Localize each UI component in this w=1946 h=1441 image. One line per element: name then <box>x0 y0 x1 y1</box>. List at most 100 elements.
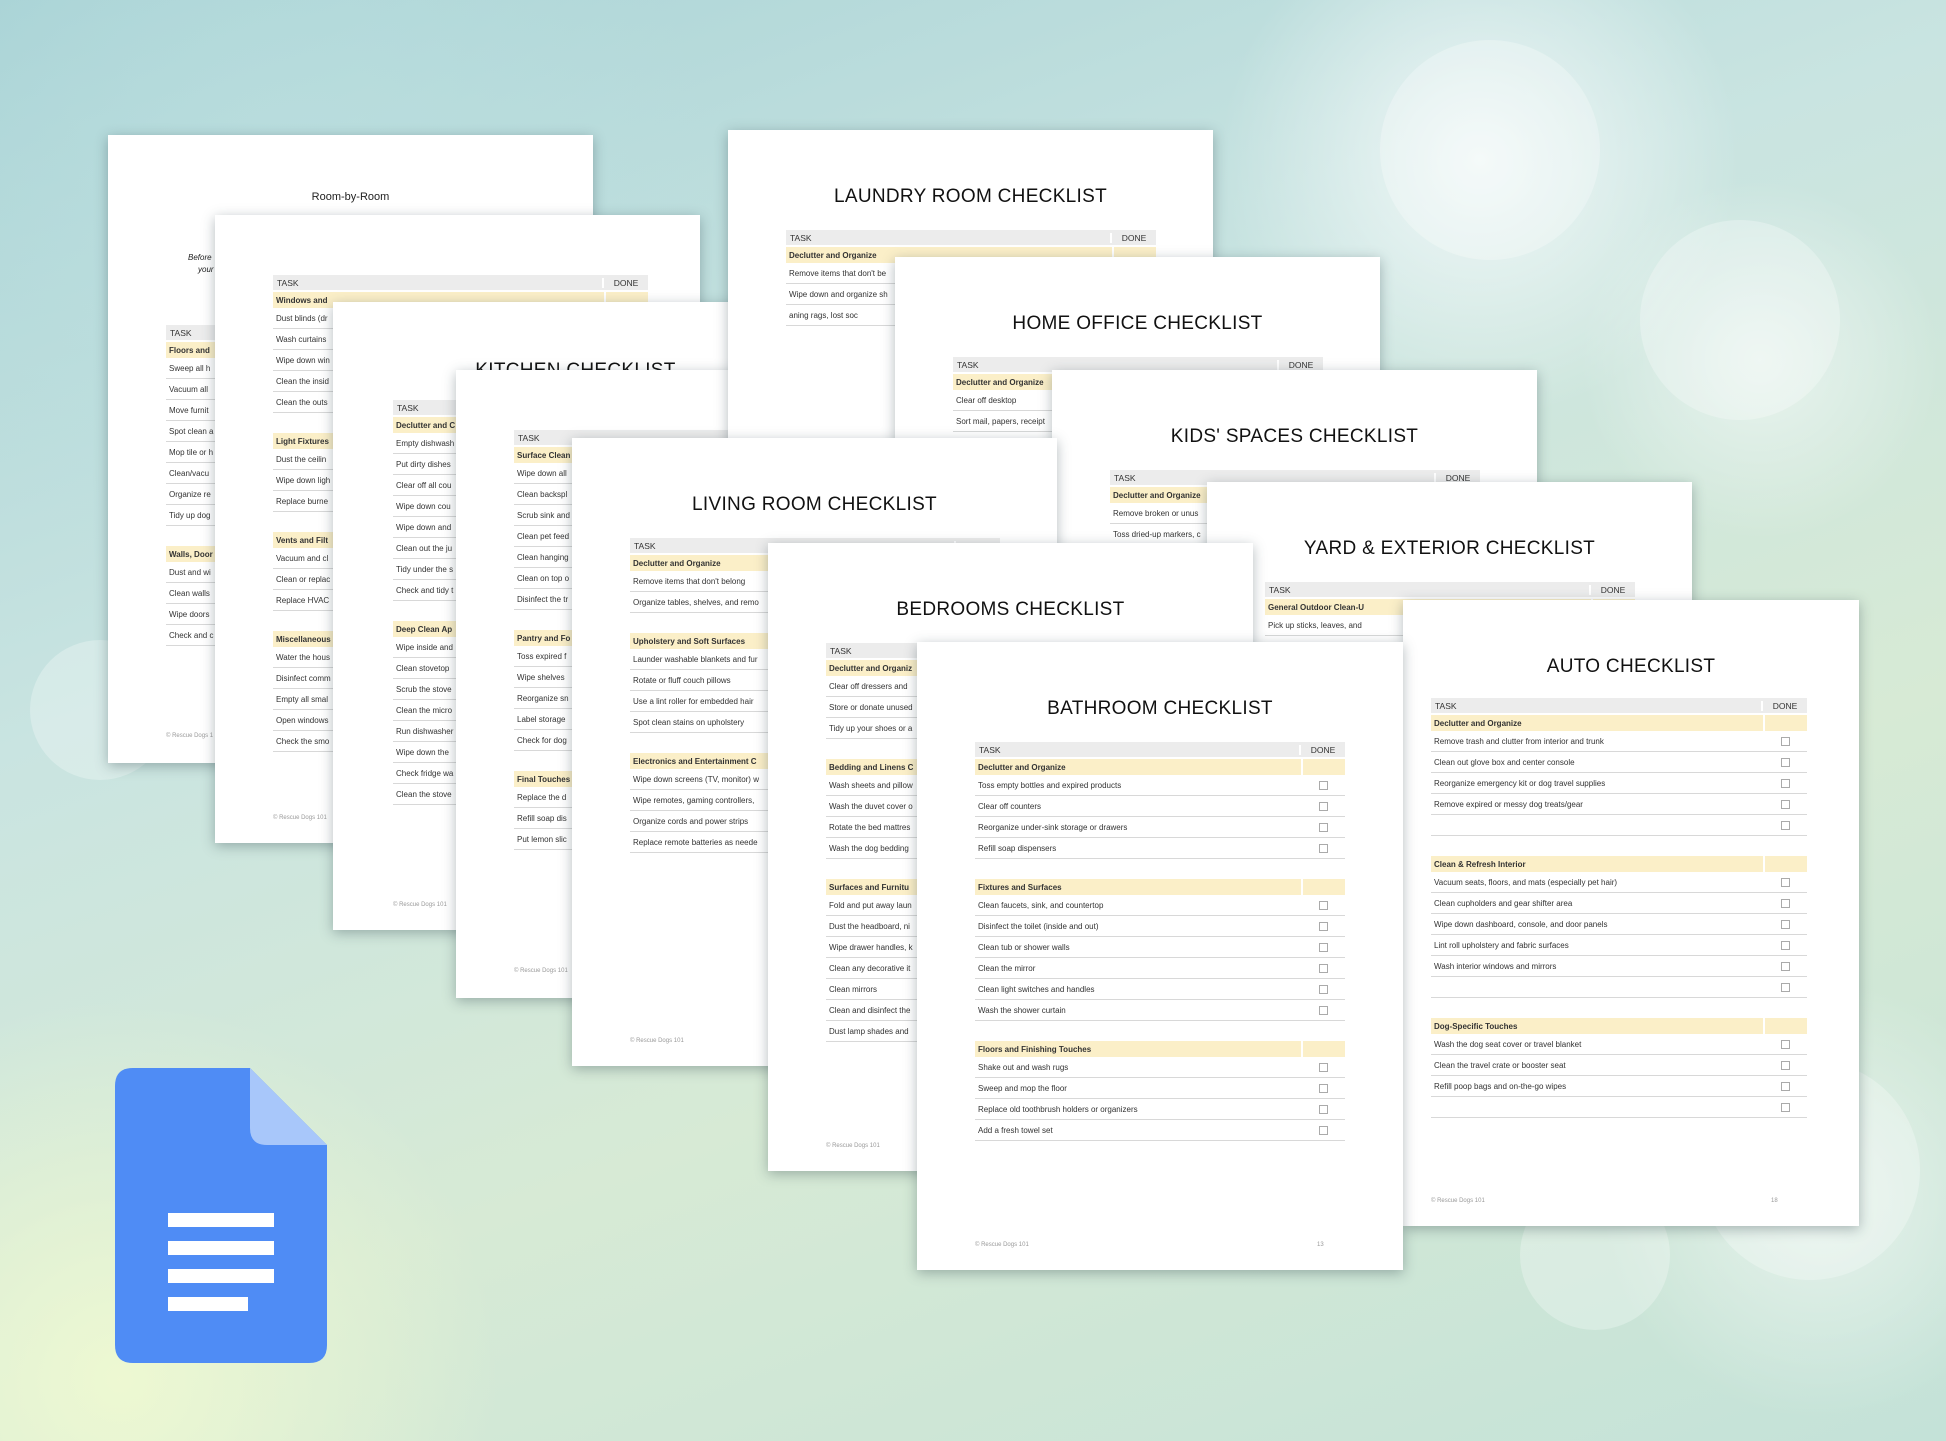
done-checkbox[interactable] <box>1780 940 1790 950</box>
done-checkbox[interactable] <box>1318 900 1328 910</box>
done-checkbox[interactable] <box>1318 984 1328 994</box>
table-row: Refill soap dispensers <box>975 838 1345 859</box>
section-label: Clean & Refresh Interior <box>1431 856 1763 872</box>
table-row: Clean faucets, sink, and countertop <box>975 895 1345 916</box>
table-header: TASK DONE <box>1265 582 1635 597</box>
table-row: Clean out glove box and center console <box>1431 752 1807 773</box>
task-label: Wash the shower curtain <box>978 1005 1066 1015</box>
task-label: Refill poop bags and on-the-go wipes <box>1434 1081 1567 1091</box>
task-label: Clean faucets, sink, and countertop <box>978 900 1104 910</box>
section-header: Dog-Specific Touches <box>1431 1018 1807 1034</box>
task-label: Add a fresh towel set <box>978 1125 1053 1135</box>
footer: © Rescue Dogs 101 <box>393 902 447 908</box>
task-table: TASK DONE Declutter and Organize Remove tra… <box>1431 698 1807 1118</box>
page-title: BEDROOMS CHECKLIST <box>896 599 1125 620</box>
done-checkbox[interactable] <box>1780 1102 1790 1112</box>
task-label: Wash the dog seat cover or travel blanke… <box>1434 1039 1582 1049</box>
table-row: Add a fresh towel set <box>975 1120 1345 1141</box>
done-checkbox[interactable] <box>1318 1125 1328 1135</box>
task-label: Clear off counters <box>978 801 1041 811</box>
done-checkbox[interactable] <box>1780 1039 1790 1049</box>
done-checkbox[interactable] <box>1318 921 1328 931</box>
table-row: Reorganize under-sink storage or drawers <box>975 817 1345 838</box>
done-header: DONE <box>1434 472 1480 483</box>
done-header: DONE <box>602 277 648 288</box>
task-label: Refill soap dispensers <box>978 843 1057 853</box>
task-label: Shake out and wash rugs <box>978 1062 1069 1072</box>
done-checkbox[interactable] <box>1780 982 1790 992</box>
task-label: Clean tub or shower walls <box>978 942 1070 952</box>
section-header: Fixtures and Surfaces <box>975 879 1345 895</box>
page-title: YARD & EXTERIOR CHECKLIST <box>1303 538 1596 559</box>
section-label: Declutter and Organize <box>975 759 1301 775</box>
done-checkbox[interactable] <box>1318 1083 1328 1093</box>
done-header: DONE <box>1110 232 1156 243</box>
section-label: Declutter and Organize <box>1431 715 1763 731</box>
task-label: Wash interior windows and mirrors <box>1434 961 1557 971</box>
table-row: Refill poop bags and on-the-go wipes <box>1431 1076 1807 1097</box>
task-label: Remove trash and clutter from interior a… <box>1434 736 1604 746</box>
task-label: Clean out glove box and center console <box>1434 757 1575 767</box>
done-checkbox[interactable] <box>1780 898 1790 908</box>
done-checkbox[interactable] <box>1318 843 1328 853</box>
bokeh-light <box>1640 220 1840 420</box>
page-title: Room-by-Room <box>311 191 390 203</box>
section-label: Dog-Specific Touches <box>1431 1018 1763 1034</box>
task-label: Reorganize emergency kit or dog travel s… <box>1434 778 1606 788</box>
done-checkbox[interactable] <box>1780 1060 1790 1070</box>
intro-text: Before <box>188 253 212 262</box>
done-checkbox[interactable] <box>1780 919 1790 929</box>
done-checkbox[interactable] <box>1780 961 1790 971</box>
footer: © Rescue Dogs 101 <box>630 1038 684 1044</box>
section-header: Declutter and Organize <box>1431 715 1807 731</box>
task-label: Sweep and mop the floor <box>978 1083 1067 1093</box>
auto-page: AUTO CHECKLIST TASK DONE Declutter and Org… <box>1403 600 1859 1226</box>
task-label: Lint roll upholstery and fabric surfaces <box>1434 940 1569 950</box>
table-row <box>1431 815 1807 836</box>
done-header: DONE <box>1277 359 1323 370</box>
table-row: Wash interior windows and mirrors <box>1431 956 1807 977</box>
done-checkbox[interactable] <box>1318 822 1328 832</box>
page-title: LAUNDRY ROOM CHECKLIST <box>833 186 1107 207</box>
done-checkbox[interactable] <box>1318 1005 1328 1015</box>
task-label: Clean the mirror <box>978 963 1036 973</box>
task-label: Toss empty bottles and expired products <box>978 780 1122 790</box>
bathroom-page: BATHROOM CHECKLIST TASK DONE Declutter and… <box>917 642 1403 1270</box>
table-row: Remove expired or messy dog treats/gear <box>1431 794 1807 815</box>
page-title: BATHROOM CHECKLIST <box>1047 698 1273 719</box>
footer: © Rescue Dogs 101 <box>826 1143 880 1149</box>
table-row: Reorganize emergency kit or dog travel s… <box>1431 773 1807 794</box>
done-checkbox[interactable] <box>1780 757 1790 767</box>
table-row: Clean the mirror <box>975 958 1345 979</box>
footer: © Rescue Dogs 1 <box>166 733 214 739</box>
table-row: Lint roll upholstery and fabric surfaces <box>1431 935 1807 956</box>
table-row: Clean the travel crate or booster seat <box>1431 1055 1807 1076</box>
done-checkbox[interactable] <box>1318 963 1328 973</box>
done-checkbox[interactable] <box>1318 780 1328 790</box>
table-header: TASK DONE <box>975 742 1345 757</box>
page-number: 18 <box>1771 1198 1778 1204</box>
table-row: Toss empty bottles and expired products <box>975 775 1345 796</box>
table-row: Clean tub or shower walls <box>975 937 1345 958</box>
task-table: TASK DONE Declutter and Organize Toss empty… <box>975 742 1345 1141</box>
task-label: Clean the travel crate or booster seat <box>1434 1060 1566 1070</box>
done-checkbox[interactable] <box>1780 877 1790 887</box>
done-checkbox[interactable] <box>1780 820 1790 830</box>
table-header: TASK DONE <box>273 275 648 290</box>
footer: © Rescue Dogs 101 <box>273 815 327 821</box>
task-header: TASK <box>1435 700 1457 711</box>
table-row: Clean light switches and handles <box>975 979 1345 1000</box>
done-checkbox[interactable] <box>1780 736 1790 746</box>
done-checkbox[interactable] <box>1780 799 1790 809</box>
task-header: TASK <box>1114 472 1136 483</box>
done-checkbox[interactable] <box>1318 801 1328 811</box>
done-checkbox[interactable] <box>1318 1104 1328 1114</box>
done-checkbox[interactable] <box>1318 942 1328 952</box>
bokeh-light <box>1380 40 1600 260</box>
done-checkbox[interactable] <box>1318 1062 1328 1072</box>
footer: © Rescue Dogs 101 <box>1431 1198 1485 1204</box>
done-checkbox[interactable] <box>1780 778 1790 788</box>
done-checkbox[interactable] <box>1780 1081 1790 1091</box>
table-row: Shake out and wash rugs <box>975 1057 1345 1078</box>
done-header: DONE <box>1761 700 1807 711</box>
